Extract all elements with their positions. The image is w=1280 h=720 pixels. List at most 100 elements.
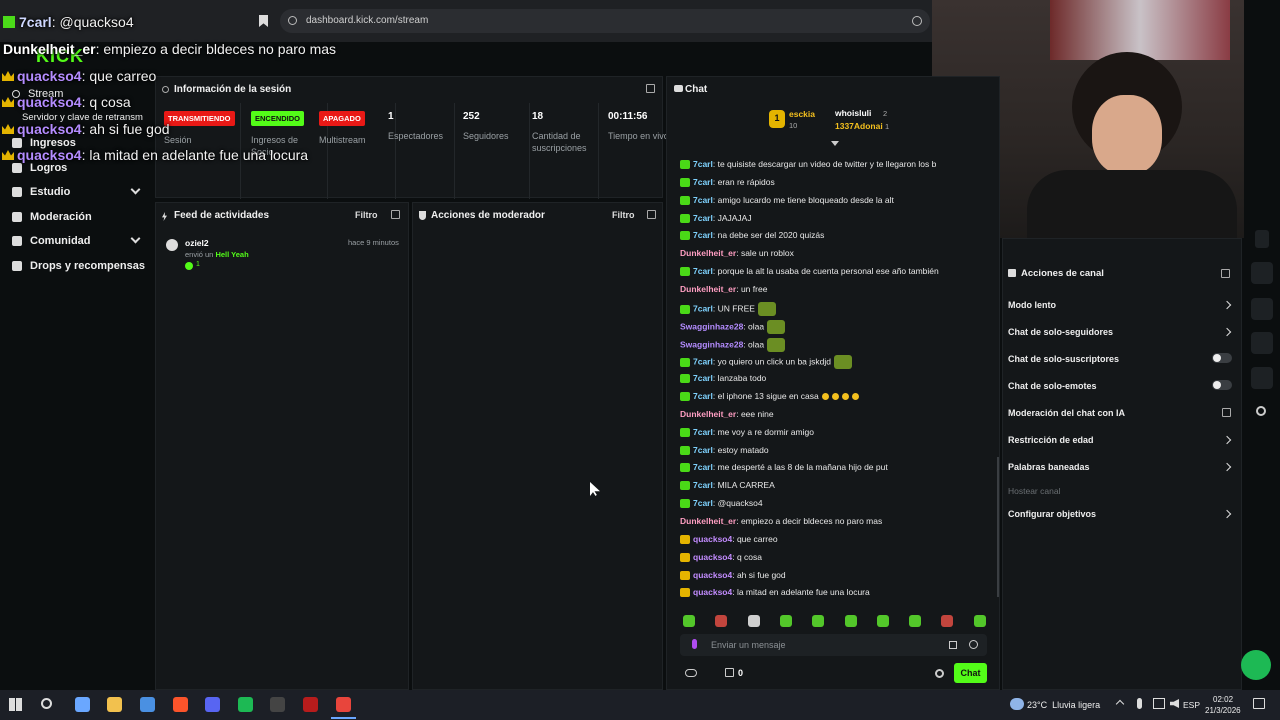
channel-action-row[interactable]: Chat de solo-suscriptores (1008, 354, 1119, 364)
notification-icon[interactable] (1253, 698, 1265, 709)
chat-message[interactable]: 7carl: me voy a re dormir amigo (680, 427, 814, 438)
chat-username[interactable]: 7carl (693, 177, 713, 187)
sidebar-item-comunidad[interactable]: Comunidad (12, 235, 91, 247)
emote-shortcut-icon[interactable] (973, 615, 986, 627)
mic-icon[interactable] (692, 639, 697, 649)
chat-username[interactable]: Dunkelheit_er (680, 248, 736, 258)
popout-icon[interactable] (1222, 408, 1231, 417)
popout-icon[interactable] (646, 84, 655, 93)
obs-icon[interactable] (270, 697, 285, 712)
chat-message[interactable]: 7carl: UN FREE (680, 302, 776, 316)
toggle-switch[interactable] (1212, 380, 1232, 390)
chat-message[interactable]: 7carl: JAJAJAJ (680, 213, 752, 224)
chat-username[interactable]: Dunkelheit_er (680, 516, 736, 526)
copilot-icon[interactable] (75, 697, 90, 712)
zoom-icon[interactable] (912, 16, 922, 26)
emote-shortcut-icon[interactable] (844, 615, 857, 627)
address-bar[interactable]: dashboard.kick.com/stream (280, 9, 930, 33)
chat-message[interactable]: Dunkelheit_er: eee nine (680, 409, 774, 419)
chat-message[interactable]: 7carl: porque la alt la usaba de cuenta … (680, 266, 939, 277)
site-info-icon[interactable] (288, 16, 297, 25)
chat-message[interactable]: 7carl: na debe ser del 2020 quizás (680, 230, 824, 241)
emote-shortcut-icon[interactable] (876, 615, 889, 627)
grid-icon[interactable] (1256, 406, 1266, 416)
chat-message[interactable]: 7carl: lanzaba todo (680, 373, 766, 384)
gifter-name[interactable]: 1337Adonai (835, 121, 883, 131)
emote-shortcut-icon[interactable] (747, 615, 760, 627)
chat-username[interactable]: 7carl (693, 427, 713, 437)
chat-message[interactable]: quackso4: la mitad en adelante fue una l… (680, 587, 870, 598)
sidebar-item-drops[interactable]: Drops y recompensas (12, 260, 145, 272)
file-explorer-icon[interactable] (107, 697, 122, 712)
monitor-icon[interactable] (1251, 332, 1273, 354)
channel-action-row[interactable]: Moderación del chat con IA (1008, 408, 1125, 418)
chat-message[interactable]: 7carl: amigo lucardo me tiene bloqueado … (680, 195, 894, 206)
chat-message[interactable]: 7carl: yo quiero un click un ba jskdjd (680, 355, 852, 369)
mic-icon[interactable] (1137, 698, 1142, 709)
clipboard-icon[interactable] (1255, 230, 1269, 248)
sidebar-item-moderacion[interactable]: Moderación (12, 211, 92, 223)
chat-message[interactable]: Dunkelheit_er: sale un roblox (680, 248, 794, 258)
support-button[interactable] (1241, 650, 1271, 680)
network-icon[interactable] (1153, 698, 1165, 709)
filter-button[interactable]: Filtro (355, 210, 378, 220)
chat-username[interactable]: 7carl (693, 445, 713, 455)
toggle-switch[interactable] (1212, 353, 1232, 363)
chat-message[interactable]: 7carl: @quackso4 (680, 498, 763, 509)
chat-username[interactable]: 7carl (693, 373, 713, 383)
chat-username[interactable]: 7carl (693, 195, 713, 205)
chat-username[interactable]: quackso4 (693, 587, 732, 597)
chat-message[interactable]: Dunkelheit_er: un free (680, 284, 767, 294)
popout-icon[interactable] (1221, 269, 1230, 278)
emote-shortcut-icon[interactable] (779, 615, 792, 627)
emoji-icon[interactable] (969, 640, 978, 649)
chat-bubble-icon[interactable] (1251, 262, 1273, 284)
channel-action-row[interactable]: Chat de solo-emotes (1008, 381, 1097, 391)
volume-icon[interactable] (1170, 699, 1179, 708)
chat-message[interactable]: Swagginhaze28: olaa (680, 320, 786, 334)
language-indicator[interactable]: ESP (1183, 700, 1200, 710)
chat-message[interactable]: 7carl: el iphone 13 sigue en casa (680, 391, 859, 402)
chat-input[interactable]: Enviar un mensaje (680, 634, 987, 656)
sidebar-item-logros[interactable]: Logros (12, 162, 67, 174)
weather-text[interactable]: 23°C Lluvia ligera (1027, 700, 1100, 710)
chat-username[interactable]: 7carl (693, 462, 713, 472)
users-icon[interactable] (685, 669, 697, 677)
chat-username[interactable]: Swagginhaze28 (680, 321, 743, 331)
chat-message[interactable]: 7carl: te quisiste descargar un video de… (680, 159, 936, 170)
emote-shortcut-icon[interactable] (812, 615, 825, 627)
spotify-icon[interactable] (238, 697, 253, 712)
chevron-down-icon[interactable] (831, 141, 839, 146)
gifter-name[interactable]: whoisluli (835, 108, 871, 118)
channel-action-row[interactable]: Configurar objetivos (1008, 509, 1096, 519)
popout-icon[interactable] (647, 210, 656, 219)
brave-icon[interactable] (173, 697, 188, 712)
chevron-up-icon[interactable] (1115, 699, 1125, 709)
chat-message[interactable]: 7carl: estoy matado (680, 445, 769, 456)
chat-username[interactable]: Dunkelheit_er (680, 409, 736, 419)
chat-scrollbar[interactable] (997, 457, 999, 597)
gear-icon[interactable] (935, 669, 944, 678)
chat-message[interactable]: quackso4: que carreo (680, 534, 778, 545)
chat-username[interactable]: Dunkelheit_er (680, 284, 736, 294)
chat-username[interactable]: 7carl (693, 266, 713, 276)
chat-message[interactable]: 7carl: MILA CARREA (680, 480, 775, 491)
chat-message[interactable]: quackso4: q cosa (680, 552, 762, 563)
chat-username[interactable]: 7carl (693, 480, 713, 490)
chat-username[interactable]: 7carl (693, 159, 713, 169)
game-launcher-icon[interactable] (303, 697, 318, 712)
chat-username[interactable]: quackso4 (693, 534, 732, 544)
filter-button[interactable]: Filtro (612, 210, 635, 220)
emote-shortcut-icon[interactable] (909, 615, 922, 627)
chat-username[interactable]: 7carl (693, 213, 713, 223)
chat-message[interactable]: quackso4: ah si fue god (680, 570, 786, 581)
discord-icon[interactable] (205, 697, 220, 712)
sidebar-item-estudio[interactable]: Estudio (12, 186, 70, 198)
emote-shortcut-icon[interactable] (683, 615, 695, 627)
feed-item[interactable]: oziel2 hace 9 minutos envió un Hell Yeah… (166, 237, 402, 273)
clock-time[interactable]: 02:02 (1213, 695, 1233, 704)
channel-action-row[interactable]: Chat de solo-seguidores (1008, 327, 1113, 337)
wrench-icon[interactable] (1251, 367, 1273, 389)
chat-message[interactable]: Swagginhaze28: olaa (680, 338, 786, 352)
chat-username[interactable]: quackso4 (693, 552, 732, 562)
